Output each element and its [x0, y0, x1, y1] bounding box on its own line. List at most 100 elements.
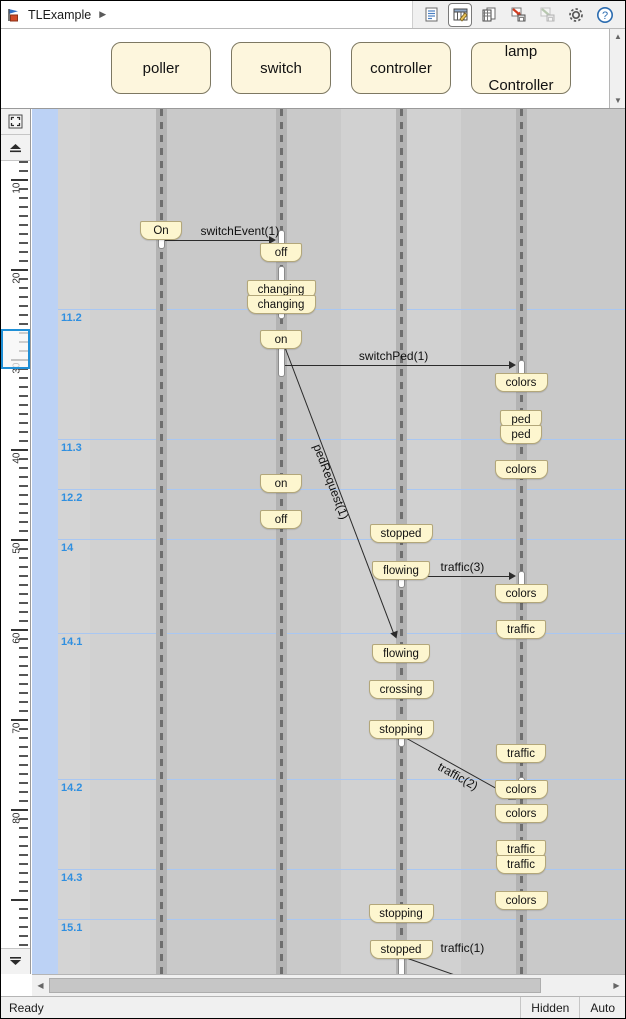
ruler-minor-tick [19, 773, 28, 775]
ruler-minor-tick [19, 800, 28, 802]
export-selection-icon[interactable] [535, 3, 559, 27]
ruler-minor-tick [19, 413, 28, 415]
ruler-minor-tick [19, 557, 28, 559]
state-box[interactable]: stopping [368, 720, 434, 739]
ruler-minor-tick [19, 467, 28, 469]
help-icon[interactable]: ? [593, 3, 617, 27]
ruler-major-tick [11, 269, 28, 271]
state-box[interactable]: flowing [372, 644, 430, 663]
state-box[interactable]: on [260, 330, 302, 349]
ruler-major-tick [11, 179, 28, 181]
lifeline-box-switch[interactable]: switch [231, 42, 331, 94]
time-label: 14.3 [61, 872, 83, 884]
state-box[interactable]: colors [494, 460, 548, 479]
ruler-minor-tick [19, 521, 28, 523]
state-box[interactable]: On [140, 221, 182, 240]
mode-status[interactable]: Auto [579, 997, 625, 1018]
sequence-diagram-canvas[interactable]: 11.2 11.3 12.2 14 14.1 14.2 14.3 15.1 switchEven… [32, 109, 625, 974]
ruler-minor-tick [19, 566, 28, 568]
ruler-major-tick [11, 539, 28, 541]
ruler-minor-tick [19, 764, 28, 766]
state-box[interactable]: traffic [496, 855, 546, 874]
message-line[interactable] [165, 240, 270, 241]
scroll-bottom-icon[interactable] [1, 948, 30, 974]
breadcrumb[interactable]: TLExample ▶ [1, 1, 413, 28]
state-box[interactable]: stopped [369, 524, 433, 543]
ruler-label: 20 [11, 272, 23, 284]
time-label: 11.2 [61, 312, 82, 324]
scroll-top-icon[interactable] [1, 135, 30, 161]
scroll-left-icon[interactable]: ◀ [32, 975, 49, 996]
scroll-down-icon[interactable]: ▼ [610, 93, 625, 108]
ruler-minor-tick [19, 701, 28, 703]
scroll-up-icon[interactable]: ▲ [610, 29, 625, 44]
state-box[interactable]: stopped [369, 940, 433, 959]
time-selection-column[interactable] [32, 109, 58, 974]
state-box[interactable]: colors [494, 584, 548, 603]
state-box[interactable]: traffic [496, 620, 546, 639]
state-box[interactable]: colors [494, 780, 548, 799]
ruler-minor-tick [19, 746, 28, 748]
ruler-minor-tick [19, 944, 28, 946]
time-ruler[interactable]: 1020304050607080 [1, 161, 30, 948]
message-label: traffic(3) [440, 560, 485, 574]
ruler-minor-tick [19, 926, 28, 928]
message-arrowhead [509, 572, 516, 580]
fit-to-view-icon[interactable] [1, 109, 30, 135]
state-box[interactable]: flowing [372, 561, 430, 580]
copy-table-icon[interactable] [477, 3, 501, 27]
lifeline-box-poller[interactable]: poller [111, 42, 211, 94]
ruler-label: 70 [11, 722, 23, 734]
state-box[interactable]: stopping [368, 904, 434, 923]
ruler-minor-tick [19, 440, 28, 442]
chevron-right-icon[interactable]: ▶ [99, 9, 106, 20]
export-diagram-icon[interactable] [506, 3, 530, 27]
ruler-minor-tick [19, 917, 28, 919]
state-box[interactable]: changing [246, 295, 316, 314]
show-properties-icon[interactable] [419, 3, 443, 27]
horizontal-scrollbar[interactable]: ◀ ▶ [32, 974, 625, 996]
ruler-minor-tick [19, 710, 28, 712]
horizontal-scroll-track[interactable] [49, 975, 608, 996]
ruler-major-tick [11, 899, 28, 901]
state-box[interactable]: colors [494, 373, 548, 392]
scroll-right-icon[interactable]: ▶ [608, 975, 625, 996]
state-box[interactable]: traffic [496, 744, 546, 763]
time-label: 12.2 [61, 492, 83, 504]
state-box[interactable]: colors [494, 804, 548, 823]
ruler-minor-tick [19, 611, 28, 613]
model-flag-icon [7, 7, 23, 23]
vertical-scrollbar[interactable]: ▲ ▼ [609, 29, 625, 108]
state-box[interactable]: colors [494, 891, 548, 910]
state-box[interactable]: off [260, 243, 302, 262]
ruler-minor-tick [19, 620, 28, 622]
ruler-label: 60 [11, 632, 23, 644]
visibility-status[interactable]: Hidden [520, 997, 579, 1018]
settings-gear-icon[interactable] [564, 3, 588, 27]
state-box[interactable]: crossing [368, 680, 434, 699]
message-arrowhead [509, 361, 516, 369]
ruler-selection-handle[interactable] [1, 329, 30, 369]
ruler-minor-tick [19, 863, 28, 865]
lifeline-box-controller[interactable]: controller [351, 42, 451, 94]
sequence-viewer-icon[interactable] [448, 2, 472, 27]
time-label: 14 [61, 542, 74, 554]
lifeline-label: poller [142, 59, 180, 77]
ruler-minor-tick [19, 827, 28, 829]
ruler-minor-tick [19, 908, 28, 910]
ruler-minor-tick [19, 845, 28, 847]
ruler-minor-tick [19, 314, 28, 316]
ruler-minor-tick [19, 287, 28, 289]
horizontal-scroll-thumb[interactable] [49, 978, 541, 993]
time-gridline [58, 919, 625, 920]
state-box[interactable]: ped [500, 425, 542, 444]
state-box[interactable]: on [260, 474, 302, 493]
state-box[interactable]: off [260, 510, 302, 529]
ruler-minor-tick [19, 782, 28, 784]
ruler-minor-tick [19, 386, 28, 388]
ruler-minor-tick [19, 323, 28, 325]
breadcrumb-label: TLExample [28, 7, 92, 22]
lifeline-label: switch [260, 59, 302, 77]
message-line[interactable] [285, 365, 510, 366]
lifeline-box-lampController[interactable]: lamp Controller [471, 42, 571, 94]
